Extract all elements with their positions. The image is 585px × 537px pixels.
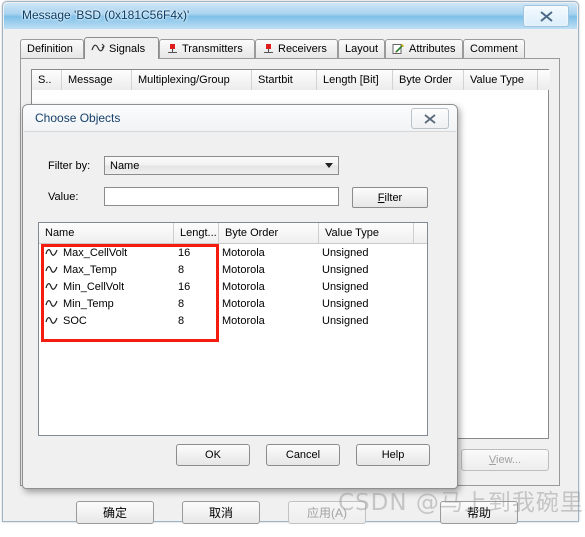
list-column-byte-order[interactable]: Byte Order (219, 223, 319, 243)
cell-length: 16 (178, 280, 191, 293)
cell-byte-order: Motorola (222, 314, 265, 327)
tab-attributes[interactable]: Attributes (385, 39, 463, 58)
filter-button[interactable]: Filter (352, 187, 428, 208)
value-input[interactable] (104, 187, 339, 206)
cell-length: 8 (178, 297, 185, 310)
list-column-length[interactable]: Lengt... (174, 223, 219, 243)
dialog-close-button[interactable] (411, 108, 449, 129)
filter-by-select[interactable]: Name (104, 156, 339, 175)
filter-button-label: Filter (377, 191, 403, 204)
signal-waveform-icon (45, 247, 58, 258)
cell-length: 8 (178, 314, 185, 327)
tab-comment-label: Comment (470, 43, 518, 55)
cancel-button[interactable]: Cancel (266, 444, 340, 466)
column-header-length[interactable]: Length [Bit] (317, 70, 393, 90)
cell-value-type: Unsigned (322, 297, 369, 310)
close-icon-glyph (539, 10, 553, 22)
tab-attributes-label: Attributes (409, 43, 456, 55)
cell-value-type: Unsigned (322, 314, 369, 327)
tab-transmitters-label: Transmitters (182, 43, 243, 55)
cell-name: Max_Temp (63, 263, 117, 276)
dialog-button-bar: 确定 取消 应用(A) 帮助 (4, 491, 577, 537)
tab-strip: Definition Signals Transmitters Receiver… (20, 37, 560, 59)
window-close-button[interactable] (523, 5, 569, 27)
column-header-message[interactable]: Message (62, 70, 132, 90)
tab-receivers[interactable]: Receivers (255, 39, 338, 58)
tab-layout[interactable]: Layout (338, 39, 385, 58)
list-column-value-type[interactable]: Value Type (319, 223, 414, 243)
tab-layout-label: Layout (345, 43, 379, 55)
table-row[interactable]: SOC 8 Motorola Unsigned (39, 312, 427, 329)
cell-name: SOC (63, 314, 87, 327)
cell-name: Max_CellVolt (63, 246, 128, 259)
tab-signals-label: Signals (109, 42, 146, 55)
signal-waveform-icon (45, 315, 58, 326)
dialog-titlebar[interactable]: Choose Objects (23, 105, 457, 131)
tab-definition-label: Definition (27, 43, 73, 55)
column-header-byte-order[interactable]: Byte Order (393, 70, 464, 90)
table-row[interactable]: Max_Temp 8 Motorola Unsigned (39, 261, 427, 278)
tab-signals[interactable]: Signals (84, 37, 159, 59)
dialog-title: Choose Objects (35, 111, 121, 125)
tab-comment[interactable]: Comment (463, 39, 525, 58)
signals-grid-header: S.. Message Multiplexing/Group Startbit … (32, 70, 550, 90)
waveform-icon (91, 43, 105, 54)
ok-button-cn[interactable]: 确定 (76, 501, 154, 524)
table-row[interactable]: Min_CellVolt 16 Motorola Unsigned (39, 278, 427, 295)
cell-name: Min_Temp (63, 297, 114, 310)
close-icon (524, 6, 568, 26)
choose-objects-dialog: Choose Objects Filter by: Name Value: Fi… (22, 104, 458, 489)
window-title: Message 'BSD (0x181C56F4x)' (22, 8, 190, 22)
help-button[interactable]: Help (356, 444, 430, 466)
column-header-value-type[interactable]: Value Type (464, 70, 538, 90)
close-icon (424, 113, 436, 124)
signal-waveform-icon (45, 298, 58, 309)
view-button[interactable]: View... (461, 449, 549, 471)
chevron-down-icon (325, 163, 333, 168)
signal-waveform-icon (45, 264, 58, 275)
pencil-note-icon (392, 43, 405, 55)
list-column-name[interactable]: Name (39, 223, 174, 243)
dialog-body: Filter by: Name Value: Filter Name Lengt… (24, 131, 456, 487)
cell-length: 8 (178, 263, 185, 276)
node-icon (166, 43, 178, 55)
cell-value-type: Unsigned (322, 280, 369, 293)
filter-by-value: Name (110, 159, 140, 172)
column-header-multiplexing[interactable]: Multiplexing/Group (132, 70, 252, 90)
cell-value-type: Unsigned (322, 246, 369, 259)
cell-length: 16 (178, 246, 191, 259)
cell-byte-order: Motorola (222, 280, 265, 293)
cell-value-type: Unsigned (322, 263, 369, 276)
signal-waveform-icon (45, 281, 58, 292)
table-row[interactable]: Max_CellVolt 16 Motorola Unsigned (39, 244, 427, 261)
column-header-s[interactable]: S.. (32, 70, 62, 90)
cell-byte-order: Motorola (222, 263, 265, 276)
help-button-cn[interactable]: 帮助 (440, 501, 518, 524)
window-titlebar[interactable]: Message 'BSD (0x181C56F4x)' (4, 3, 577, 29)
node-icon (262, 43, 274, 55)
filter-by-label: Filter by: (48, 160, 91, 172)
list-column-filler (414, 223, 427, 243)
ok-button[interactable]: OK (176, 444, 250, 466)
cancel-button-cn[interactable]: 取消 (182, 501, 260, 524)
cell-byte-order: Motorola (222, 246, 265, 259)
objects-list-header: Name Lengt... Byte Order Value Type (39, 223, 427, 244)
cell-name: Min_CellVolt (63, 280, 125, 293)
tab-definition[interactable]: Definition (20, 39, 84, 58)
table-row[interactable]: Min_Temp 8 Motorola Unsigned (39, 295, 427, 312)
view-button-label: View... (488, 454, 522, 466)
column-header-startbit[interactable]: Startbit (252, 70, 317, 90)
column-header-filler (538, 70, 550, 90)
cell-byte-order: Motorola (222, 297, 265, 310)
tab-transmitters[interactable]: Transmitters (159, 39, 255, 58)
objects-list-rows: Max_CellVolt 16 Motorola Unsigned Max_Te… (39, 244, 427, 435)
apply-button-cn: 应用(A) (288, 501, 366, 524)
tab-receivers-label: Receivers (278, 43, 327, 55)
value-label: Value: (48, 191, 79, 203)
objects-list[interactable]: Name Lengt... Byte Order Value Type Max_… (38, 222, 428, 436)
